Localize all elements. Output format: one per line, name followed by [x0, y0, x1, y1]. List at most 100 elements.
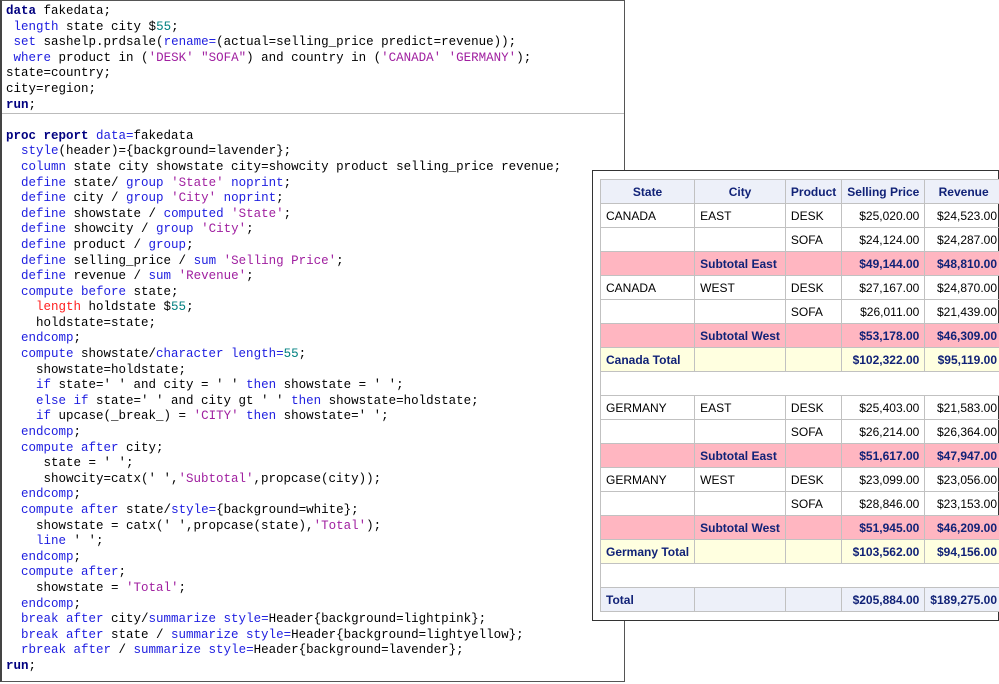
code-token: rename=: [163, 35, 217, 50]
table-cell: $48,810.00: [924, 251, 999, 276]
code-token: (header)={background=lavender};: [58, 144, 292, 159]
table-cell: [599, 251, 696, 276]
table-cell: EAST: [694, 395, 786, 420]
code-token: city /: [66, 191, 127, 206]
code-token: style=: [171, 503, 217, 517]
code-token: summarize style=: [133, 643, 254, 658]
code-token: ;: [73, 596, 82, 611]
code-token: 'CITY': [193, 409, 239, 424]
code-token: "SOFA": [201, 50, 247, 65]
code-token: define: [21, 253, 67, 268]
code-token: ;: [73, 425, 82, 440]
table-cell: $47,947.00: [924, 443, 999, 468]
code-token: set: [13, 35, 37, 50]
table-cell: $21,439.00: [924, 299, 999, 324]
code-line: run;: [6, 659, 561, 675]
code-token: noprint: [231, 175, 284, 190]
code-token: summarize style=: [148, 612, 269, 627]
table-row: CANADA WEST DESK $27,167.00 $24,870.00: [599, 275, 999, 300]
code-token: length: [13, 19, 59, 34]
code-token: ;: [73, 549, 82, 564]
code-token: showstate /: [66, 206, 164, 221]
table-cell: DESK: [784, 275, 843, 300]
code-token: summarize style=: [171, 627, 292, 642]
table-row: GERMANY EAST DESK $25,403.00 $21,583.00: [599, 395, 999, 420]
code-line: showstate = 'Total';: [6, 581, 561, 597]
table-cell: $53,178.00: [841, 323, 926, 348]
table-cell: $23,056.00: [924, 467, 999, 492]
table-cell: $103,562.00: [841, 539, 926, 564]
code-line: holdstate=state;: [6, 316, 561, 332]
code-token: showstate/: [73, 347, 157, 362]
code-token: showstate=holdstate;: [6, 362, 187, 377]
table-cell: $28,846.00: [841, 491, 926, 516]
table-cell: GERMANY: [599, 395, 696, 420]
code-token: showstate = catx(' ',propcase(state),: [6, 518, 314, 533]
code-token: ;: [283, 175, 292, 190]
table-cell: Total: [599, 587, 696, 612]
code-token: define: [21, 191, 67, 206]
code-token: ;: [73, 331, 82, 346]
table-cell: [599, 515, 696, 540]
code-token: ;: [186, 300, 194, 315]
sub-row: Subtotal East $51,617.00 $47,947.00: [599, 443, 999, 468]
code-token: compute after: [21, 565, 119, 580]
code-token: where: [13, 50, 52, 65]
table-cell: $95,119.00: [924, 347, 999, 372]
code-editor[interactable]: data fakedata; length state city $55; se…: [0, 0, 625, 682]
code-token: ;: [118, 565, 127, 580]
table-cell: [599, 323, 696, 348]
code-line: style(header)={background=lavender};: [6, 144, 561, 160]
code-line: endcomp;: [6, 550, 561, 566]
code-token: 'State': [231, 206, 284, 221]
code-token: Header{background=lavender};: [253, 643, 464, 658]
code-token: showcity=catx(' ',: [6, 471, 179, 486]
code-token: ;: [28, 658, 37, 673]
code-token: run: [6, 97, 29, 112]
code-token: break after: [21, 627, 104, 642]
table-row: SOFA $28,846.00 $23,153.00: [599, 491, 999, 516]
table-cell: CANADA: [599, 275, 696, 300]
code-token: computed: [163, 206, 224, 221]
code-text[interactable]: data fakedata; length state city $55; se…: [6, 4, 561, 675]
table-cell: $94,156.00: [924, 539, 999, 564]
code-token: 55: [156, 19, 172, 34]
code-token: showstate = ' ';: [276, 378, 404, 393]
code-line: compute before state;: [6, 285, 561, 301]
code-line: city=region;: [6, 82, 561, 98]
code-token: break after: [21, 612, 104, 627]
code-token: ' ';: [66, 534, 104, 549]
table-cell: DESK: [784, 395, 843, 420]
code-token: holdstate $: [81, 300, 172, 315]
table-cell: [784, 515, 843, 540]
code-token: state city $: [58, 19, 157, 34]
table-row: GERMANY WEST DESK $23,099.00 $23,056.00: [599, 467, 999, 492]
code-token: define: [21, 237, 67, 252]
table-cell: [694, 299, 786, 324]
code-token: define: [21, 269, 67, 284]
code-token: upcase(_break_) =: [51, 409, 194, 424]
code-token: endcomp: [21, 487, 74, 502]
code-token: sum: [148, 269, 172, 284]
code-line: define selling_price / sum 'Selling Pric…: [6, 254, 561, 270]
code-token: compute after: [21, 503, 119, 517]
code-token: if: [36, 409, 52, 424]
table-cell: [599, 227, 696, 252]
